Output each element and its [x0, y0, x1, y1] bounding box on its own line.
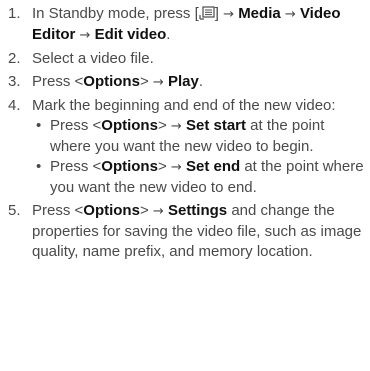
step-5-bracket: >	[139, 202, 153, 219]
step-text: Press <Options> → Play.	[32, 73, 203, 90]
step-4: 4. Mark the beginning and end of the new…	[4, 96, 364, 198]
step-text: Mark the beginning and end of the new vi…	[32, 97, 336, 114]
substep-prefix: Press <	[50, 117, 102, 134]
step-text: Press <Options> → Settings and change th…	[32, 202, 361, 260]
step-1-bracket-close: ]	[214, 5, 224, 22]
options-softkey: Options	[83, 202, 140, 219]
arrow-icon: →	[79, 28, 91, 43]
arrow-icon: →	[152, 204, 164, 219]
step-2: 2. Select a video file.	[4, 49, 364, 69]
options-softkey: Options	[101, 117, 158, 134]
substep-set-end: • Press <Options> → Set end at the point…	[32, 157, 364, 198]
menu-item-media: Media	[238, 5, 281, 22]
step-text: In Standby mode, press [] → Media → Vide…	[32, 5, 341, 43]
step-number: 2.	[8, 50, 21, 67]
step-number: 5.	[8, 202, 21, 219]
menu-item-set-start: Set start	[185, 117, 246, 134]
substep-bracket: >	[157, 117, 171, 134]
arrow-icon: →	[170, 160, 182, 175]
step-number: 1.	[8, 5, 21, 22]
arrow-icon: →	[170, 119, 182, 134]
steps-list: 1. In Standby mode, press [] → Media → V…	[4, 4, 364, 262]
step-3-bracket: >	[139, 73, 153, 90]
step-text: Select a video file.	[32, 50, 154, 67]
substeps-list: • Press <Options> → Set start at the poi…	[32, 116, 364, 198]
options-softkey: Options	[83, 73, 140, 90]
substep-set-start: • Press <Options> → Set start at the poi…	[32, 116, 364, 157]
step-3-prefix: Press <	[32, 73, 84, 90]
substep-prefix: Press <	[50, 158, 102, 175]
bullet-icon: •	[36, 117, 42, 134]
arrow-icon: →	[152, 75, 164, 90]
step-3: 3. Press <Options> → Play.	[4, 72, 364, 93]
arrow-icon: →	[284, 7, 296, 22]
step-3-period: .	[198, 73, 203, 90]
menu-item-set-end: Set end	[185, 158, 241, 175]
arrow-icon: →	[223, 7, 235, 22]
instruction-document: 1. In Standby mode, press [] → Media → V…	[0, 0, 370, 262]
step-1: 1. In Standby mode, press [] → Media → V…	[4, 4, 364, 46]
menu-item-settings: Settings	[167, 202, 228, 219]
bullet-icon: •	[36, 158, 42, 175]
options-softkey: Options	[101, 158, 158, 175]
step-5-prefix: Press <	[32, 202, 84, 219]
step-5: 5. Press <Options> → Settings and change…	[4, 201, 364, 262]
step-1-period: .	[166, 26, 171, 43]
menu-key-icon	[199, 6, 215, 20]
substep-bracket: >	[157, 158, 171, 175]
menu-item-play: Play	[167, 73, 199, 90]
step-number: 3.	[8, 73, 21, 90]
step-number: 4.	[8, 97, 21, 114]
step-1-prefix: In Standby mode, press [	[32, 5, 199, 22]
menu-item-edit-video: Edit video	[94, 26, 167, 43]
